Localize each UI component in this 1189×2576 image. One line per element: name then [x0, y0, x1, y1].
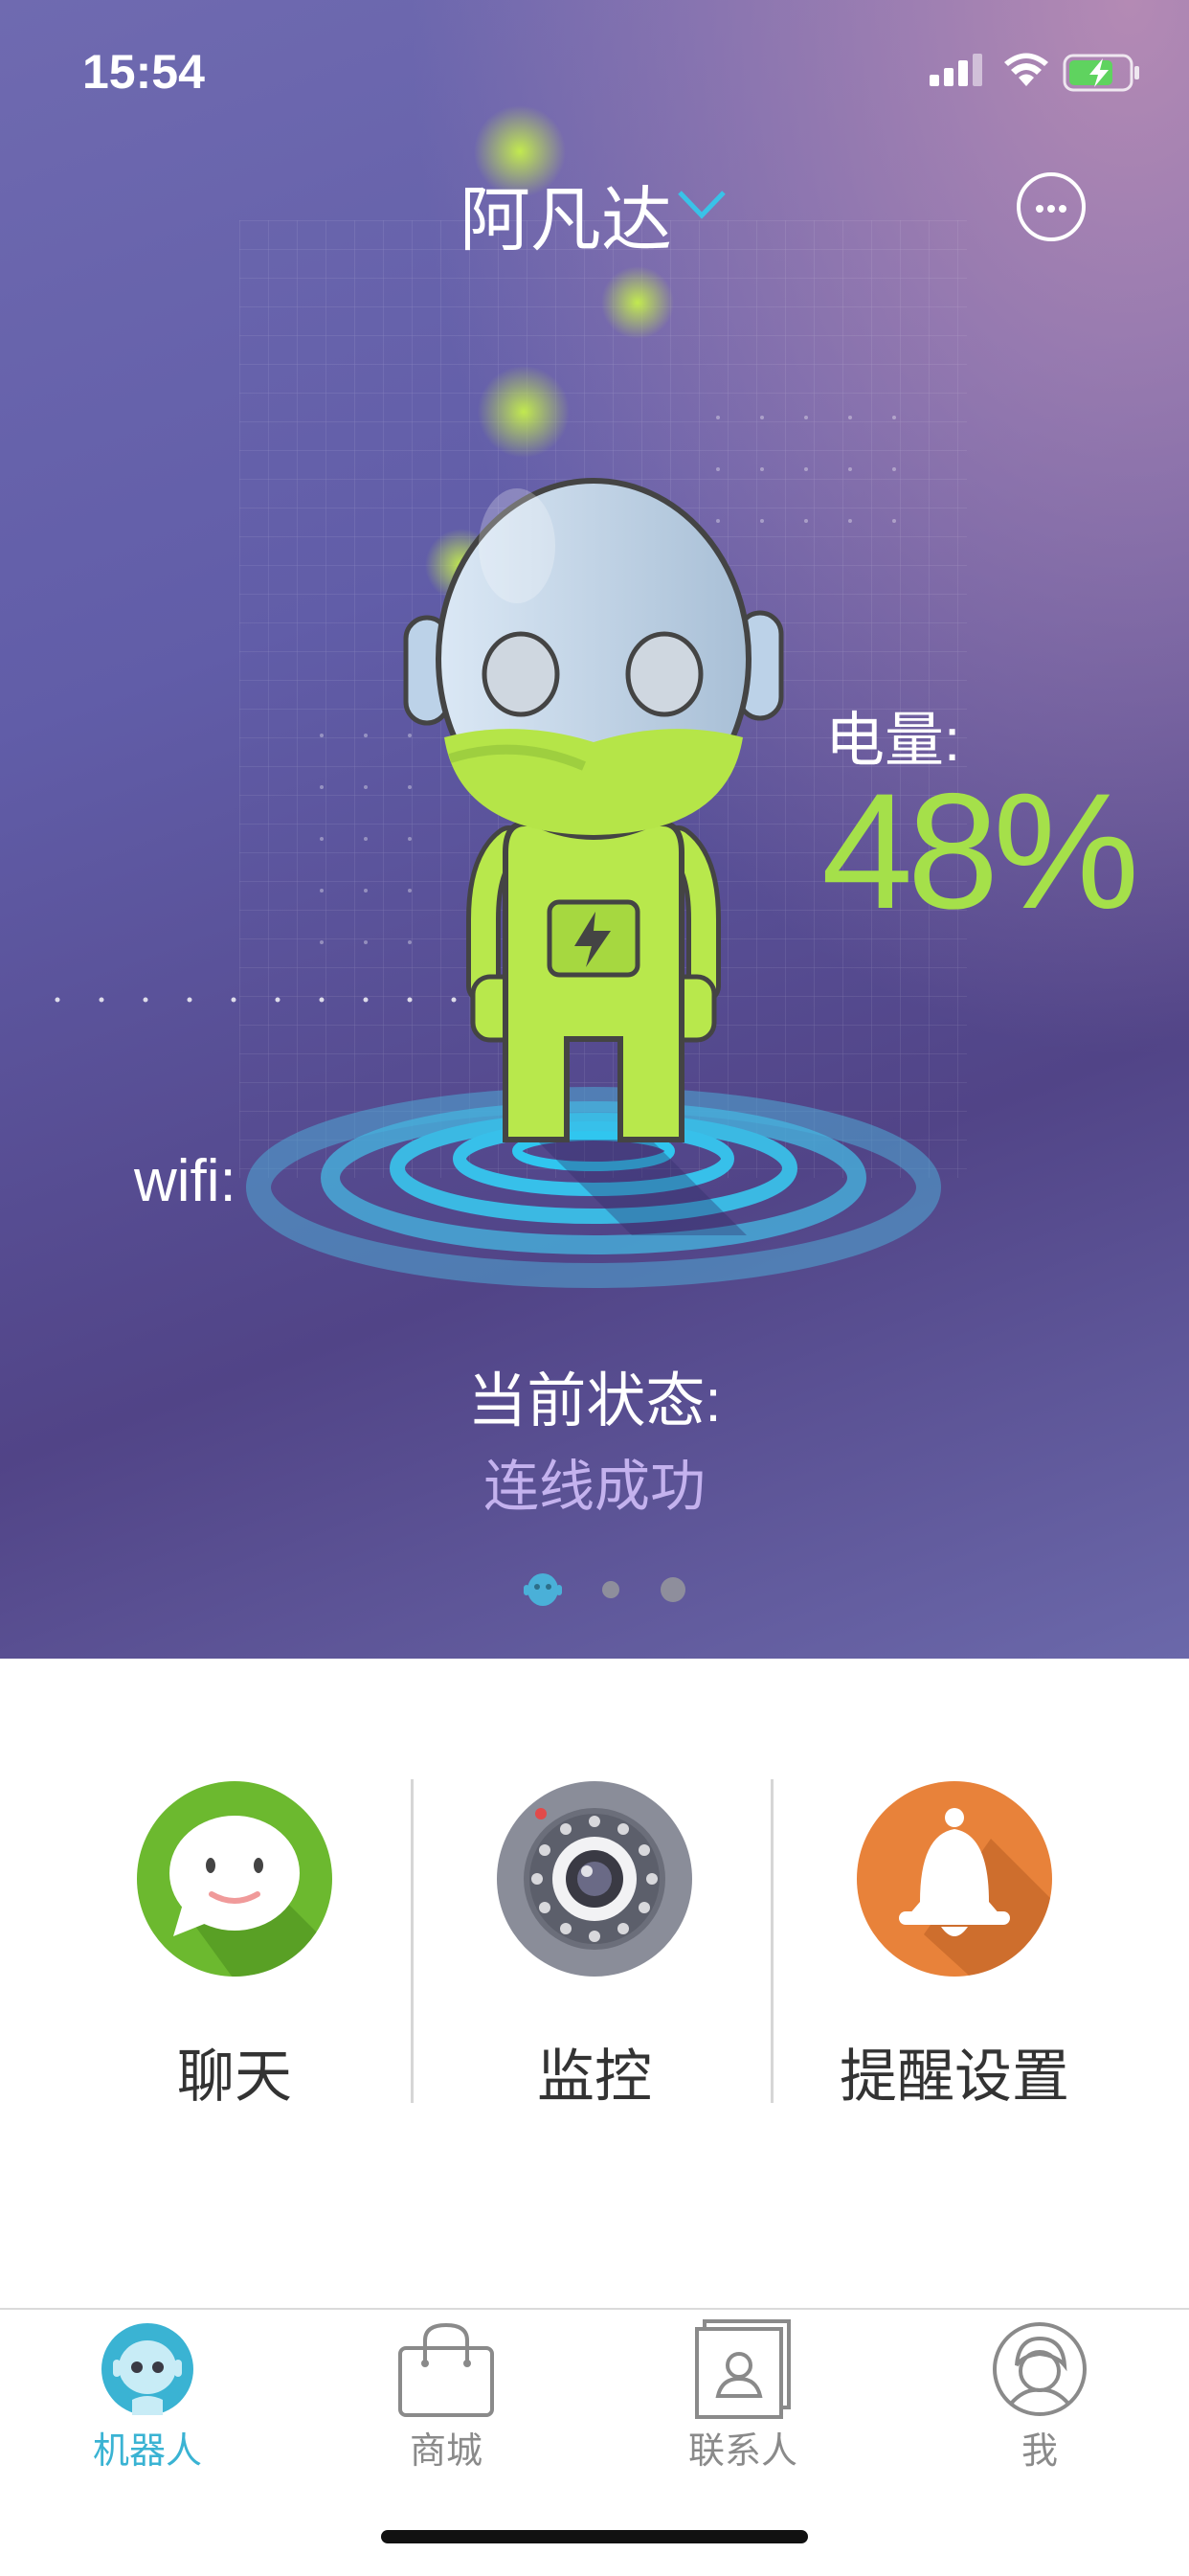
tab-shop-label: 商城: [409, 2431, 482, 2472]
wifi-status-icon: [1004, 53, 1048, 86]
battery-percentage: 48%: [821, 759, 1139, 943]
shopping-bag-icon: [398, 2322, 494, 2417]
robot-status-panel: 15:54 阿凡达 电量: 48% wifi: 当前状态: 连线成功: [0, 0, 1189, 1659]
page-dot[interactable]: [661, 1577, 685, 1602]
chat-label: 聊天: [177, 2045, 292, 2109]
page-indicator[interactable]: [0, 1570, 1189, 1609]
page-dot[interactable]: [602, 1581, 619, 1598]
chat-icon: [137, 1781, 332, 1977]
robot-icon: [101, 2323, 193, 2415]
tab-contacts-label: 联系人: [687, 2431, 797, 2472]
wifi-label: wifi:: [134, 1148, 236, 1214]
cellular-signal-icon: [930, 54, 982, 86]
chat-button[interactable]: 聊天: [55, 1781, 415, 2113]
reminder-settings-button[interactable]: 提醒设置: [774, 1781, 1134, 2113]
status-bar: 15:54: [0, 0, 1189, 144]
tab-contacts[interactable]: 联系人: [638, 2319, 848, 2474]
bell-icon: [857, 1781, 1052, 1977]
tab-shop[interactable]: 商城: [341, 2319, 551, 2474]
battery-status-icon: [1063, 54, 1139, 92]
tab-me-label: 我: [1021, 2431, 1058, 2472]
more-icon: [1036, 205, 1043, 213]
monitor-button[interactable]: 监控: [415, 1781, 774, 2113]
tab-robot-label: 机器人: [92, 2431, 202, 2472]
home-indicator[interactable]: [381, 2530, 808, 2543]
reminder-settings-label: 提醒设置: [840, 2045, 1069, 2109]
divider: [411, 1779, 414, 2103]
current-state-value: 连线成功: [482, 1456, 706, 1518]
monitor-label: 监控: [537, 2045, 652, 2109]
tab-me[interactable]: 我: [934, 2319, 1145, 2474]
tab-robot[interactable]: 机器人: [42, 2319, 253, 2474]
divider: [771, 1779, 774, 2103]
current-state-label: 当前状态:: [467, 1368, 722, 1435]
chevron-down-icon[interactable]: [676, 187, 728, 221]
robot-name-title[interactable]: 阿凡达: [460, 163, 672, 265]
page-dot-robot-icon[interactable]: [521, 1570, 565, 1609]
more-options-button[interactable]: [1017, 172, 1086, 241]
contacts-icon: [695, 2319, 791, 2419]
status-time: 15:54: [82, 45, 205, 99]
camera-icon: [497, 1781, 692, 1977]
profile-icon: [993, 2322, 1087, 2416]
